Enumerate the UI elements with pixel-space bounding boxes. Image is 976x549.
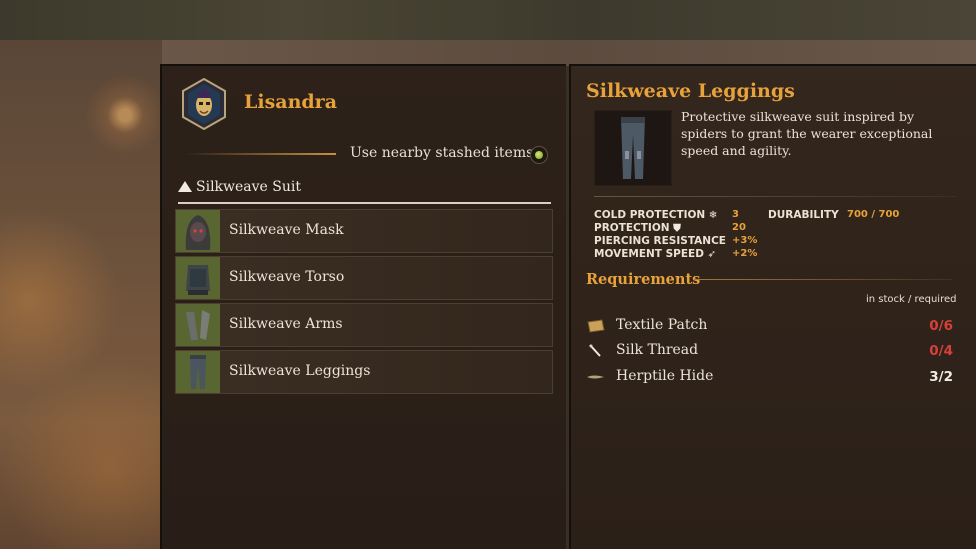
recipe-item-label: Silkweave Leggings [229, 363, 371, 379]
recipe-item-torso[interactable]: Silkweave Torso [175, 256, 553, 300]
recipe-item-label: Silkweave Torso [229, 269, 345, 285]
shield-icon: ⛊ [673, 223, 681, 234]
requirement-count: 3/2 [929, 369, 953, 385]
running-icon: ➶ [707, 249, 716, 260]
header-divider [186, 153, 336, 155]
stat-protection: PROTECTION ⛊ [594, 222, 683, 234]
stash-toggle[interactable] [530, 146, 548, 164]
recipe-item-label: Silkweave Mask [229, 222, 344, 238]
stat-label: PROTECTION [594, 222, 670, 234]
world-backdrop-top [0, 0, 976, 40]
stash-toggle-label: Use nearby stashed items [350, 145, 534, 161]
set-group-header[interactable]: Silkweave Suit [178, 178, 551, 204]
durability-label: DURABILITY [768, 209, 839, 221]
stat-value: 20 [732, 222, 746, 233]
collapse-triangle-icon [178, 181, 192, 192]
item-title: Silkweave Leggings [586, 80, 795, 102]
detail-divider [594, 196, 956, 197]
recipe-item-mask[interactable]: Silkweave Mask [175, 209, 553, 253]
recipe-item-arms[interactable]: Silkweave Arms [175, 303, 553, 347]
stat-value: +2% [732, 248, 758, 259]
requirement-name: Textile Patch [616, 317, 708, 333]
requirement-count: 0/6 [929, 318, 953, 334]
recipe-item-label: Silkweave Arms [229, 316, 343, 332]
stat-value: 3 [732, 209, 739, 220]
requirements-note: in stock / required [866, 294, 957, 305]
durability-value: 700 / 700 [847, 209, 900, 220]
requirement-name: Herptile Hide [616, 368, 714, 384]
item-description: Protective silkweave suit inspired by sp… [681, 109, 933, 158]
mask-icon [176, 210, 220, 252]
leggings-icon [594, 110, 672, 186]
stat-cold-protection: COLD PROTECTION ❄ [594, 209, 719, 221]
recipe-item-leggings[interactable]: Silkweave Leggings [175, 350, 553, 394]
requirements-title: Requirements [586, 271, 701, 288]
character-name: Lisandra [244, 91, 338, 113]
world-backdrop-band [162, 40, 976, 66]
snowflake-icon: ❄ [708, 210, 718, 221]
stat-label: COLD PROTECTION [594, 209, 706, 221]
torso-icon [176, 257, 220, 299]
stat-movement-speed: MOVEMENT SPEED ➶ [594, 248, 718, 260]
thread-icon [586, 343, 606, 357]
stat-value: +3% [732, 235, 758, 246]
jester-mask-icon [180, 77, 228, 131]
stat-piercing-resistance: PIERCING RESISTANCE [594, 235, 726, 247]
requirement-count: 0/4 [929, 343, 953, 359]
leggings-icon [176, 351, 220, 393]
requirements-divider [694, 279, 952, 280]
stat-label: PIERCING RESISTANCE [594, 235, 726, 247]
stat-label: MOVEMENT SPEED [594, 248, 704, 260]
hide-icon [586, 369, 606, 383]
requirement-name: Silk Thread [616, 342, 699, 358]
arms-icon [176, 304, 220, 346]
patch-icon [586, 318, 606, 333]
set-title: Silkweave Suit [196, 179, 301, 195]
world-backdrop-left [0, 40, 162, 549]
